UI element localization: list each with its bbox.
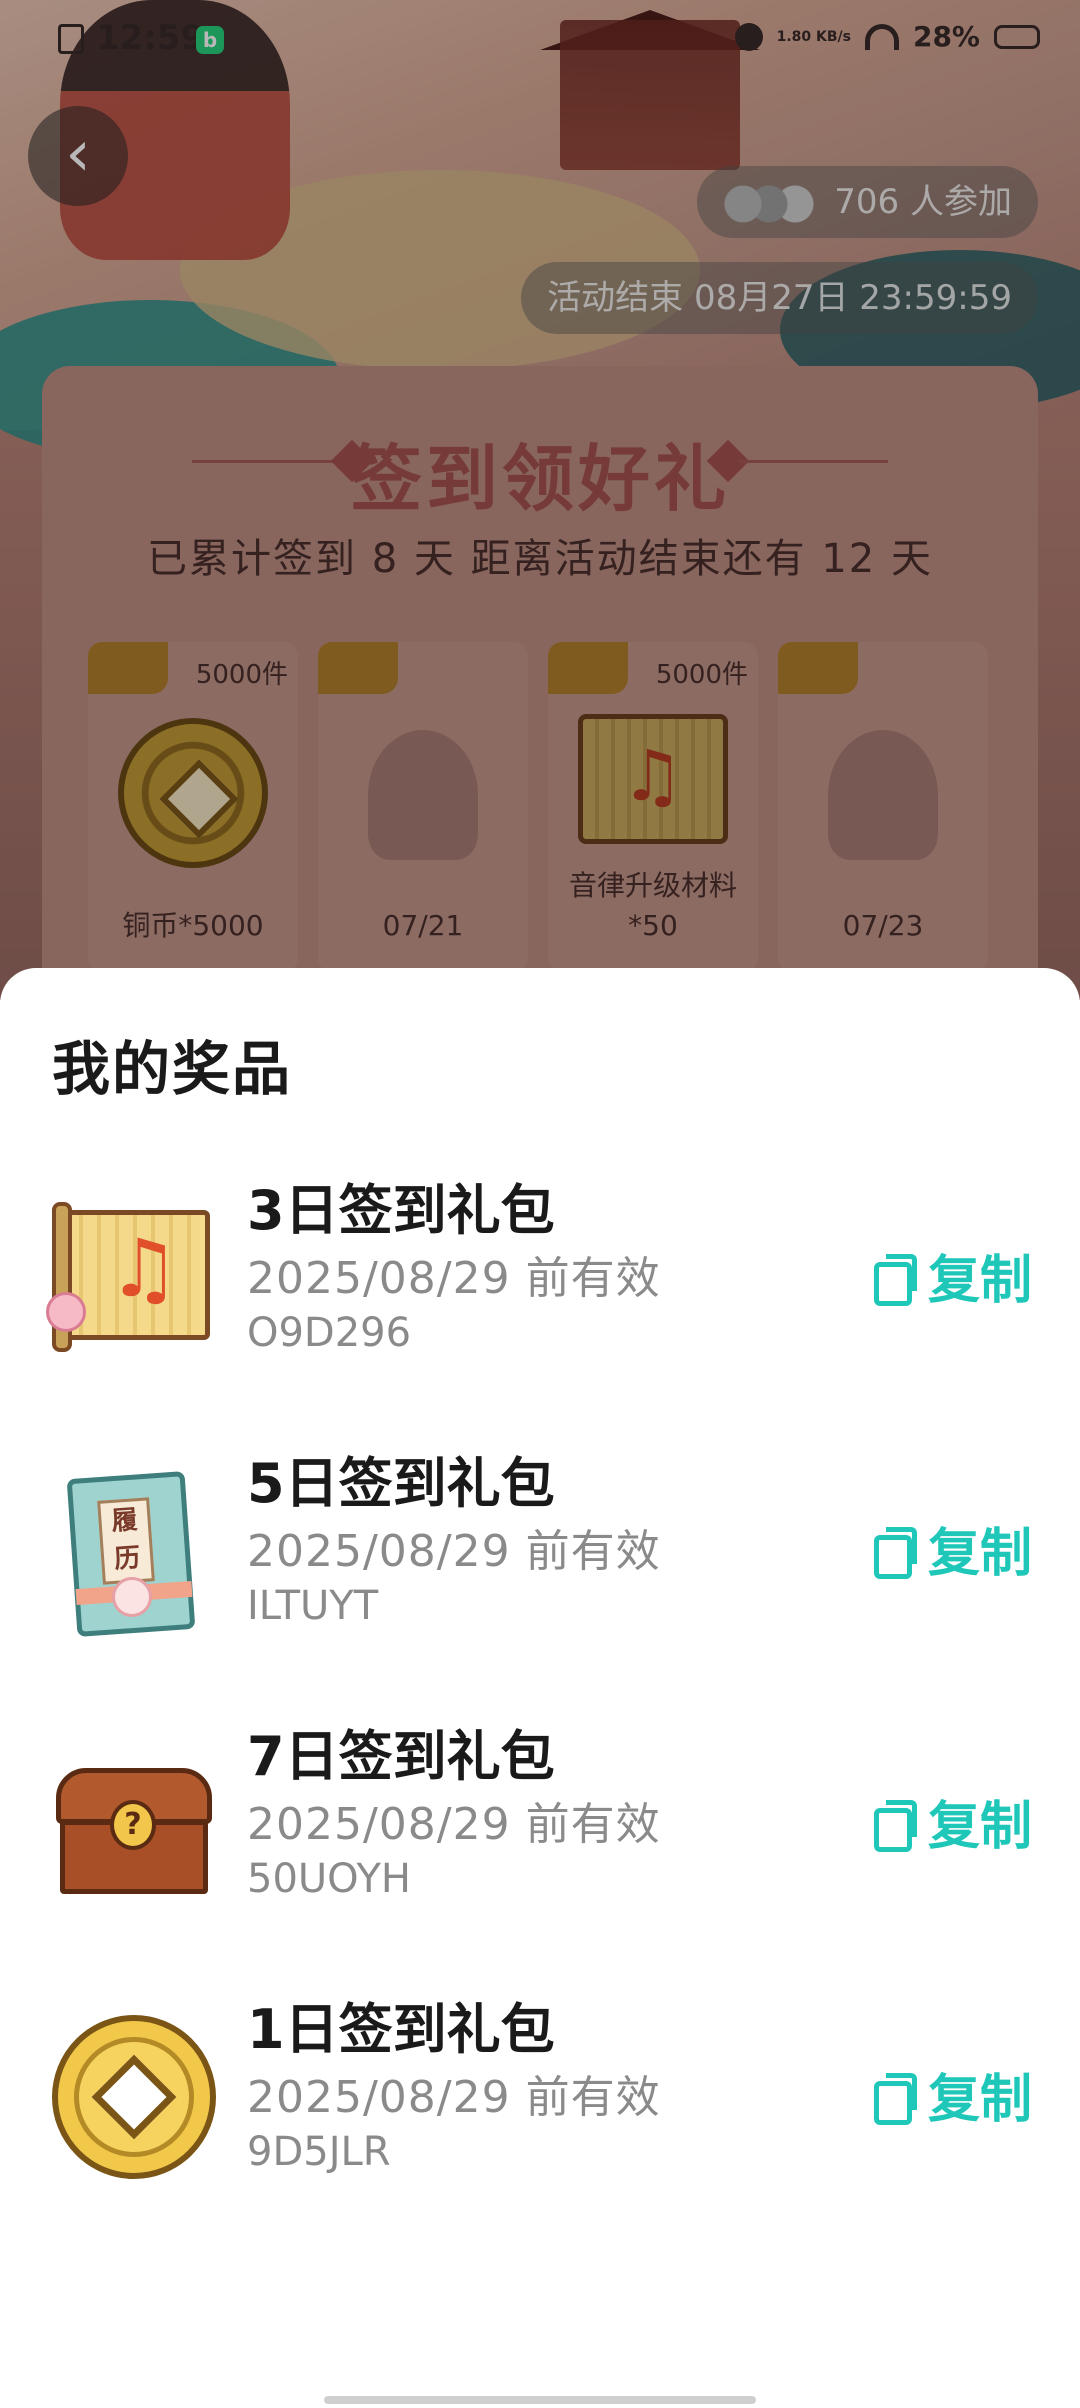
prize-code: ILTUYT (247, 1583, 379, 1629)
prize-name: 1日签到礼包 (247, 1998, 555, 2061)
copy-label: 复制 (927, 1797, 1032, 1857)
prize-code: 9D5JLR (247, 2129, 391, 2175)
copy-button[interactable]: 复制 (873, 1238, 1032, 1313)
prize-item: ♫ 3日签到礼包 2025/08/29 前有效 O9D296 复制 (0, 1166, 1080, 1386)
prize-item: ? 7日签到礼包 2025/08/29 前有效 50UOYH 复制 (0, 1712, 1080, 1932)
prize-item: 履历 5日签到礼包 2025/08/29 前有效 ILTUYT 复制 (0, 1439, 1080, 1659)
chest-symbol: ? (110, 1800, 156, 1850)
home-indicator[interactable] (324, 2396, 756, 2404)
prize-name: 7日签到礼包 (247, 1725, 555, 1788)
copy-label: 复制 (927, 1251, 1032, 1311)
prize-name: 5日签到礼包 (247, 1452, 555, 1515)
copy-label: 复制 (927, 1524, 1032, 1584)
copy-icon (873, 1526, 917, 1579)
prize-name: 3日签到礼包 (247, 1179, 555, 1242)
prize-validity: 2025/08/29 前有效 (247, 1526, 661, 1577)
sheet-title: 我的奖品 (52, 1035, 293, 1103)
copy-icon (873, 1253, 917, 1306)
copy-button[interactable]: 复制 (873, 1511, 1032, 1586)
mystery-chest-icon: ? (52, 1742, 216, 1906)
prize-code: O9D296 (247, 1310, 412, 1356)
copper-coin-icon (52, 2015, 216, 2179)
modal-scrim[interactable] (0, 0, 1080, 1000)
prize-validity: 2025/08/29 前有效 (247, 2072, 661, 2123)
music-scroll-icon: ♫ (46, 1196, 216, 1360)
book-label: 履历 (97, 1497, 155, 1585)
prize-code: 50UOYH (247, 1856, 411, 1902)
prize-validity: 2025/08/29 前有效 (247, 1253, 661, 1304)
copy-label: 复制 (927, 2070, 1032, 2130)
copy-button[interactable]: 复制 (873, 2057, 1032, 2132)
copy-button[interactable]: 复制 (873, 1784, 1032, 1859)
my-prizes-sheet: 我的奖品 ♫ 3日签到礼包 2025/08/29 前有效 O9D296 复制 履… (0, 968, 1080, 2408)
prize-validity: 2025/08/29 前有效 (247, 1799, 661, 1850)
resume-book-icon: 履历 (52, 1469, 216, 1637)
copy-icon (873, 2072, 917, 2125)
prize-item: 1日签到礼包 2025/08/29 前有效 9D5JLR 复制 (0, 1985, 1080, 2205)
copy-icon (873, 1799, 917, 1852)
